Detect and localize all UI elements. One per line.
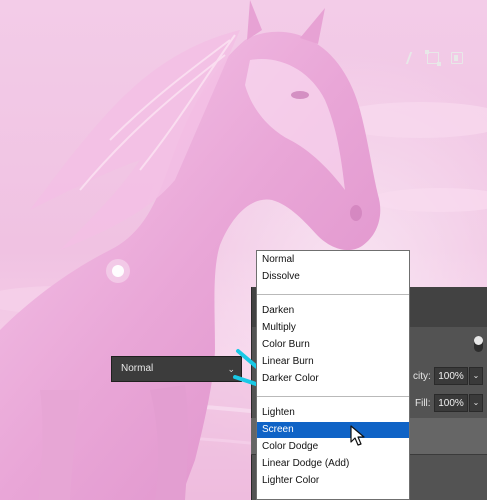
blend-mode-option-lighter-color[interactable]: Lighter Color <box>257 473 409 489</box>
fill-label: Fill: <box>415 398 431 409</box>
opacity-label: city: <box>413 371 431 382</box>
blend-mode-option-darker-color[interactable]: Darker Color <box>257 371 409 387</box>
blend-mode-option-darken[interactable]: Darken <box>257 303 409 319</box>
blend-mode-select[interactable]: Normal ⌄ <box>111 356 242 382</box>
blend-mode-value: Normal <box>121 363 154 374</box>
menu-separator <box>257 294 409 295</box>
opacity-field[interactable]: 100% <box>434 367 468 385</box>
opacity-dropdown-arrow[interactable]: ⌄ <box>469 367 483 385</box>
blend-mode-menu: Normal Dissolve Darken Multiply Color Burn Li… <box>256 250 410 500</box>
menu-separator <box>257 396 409 397</box>
artboard-lock-icon[interactable] <box>451 52 463 64</box>
transform-lock-icon[interactable] <box>425 50 441 66</box>
blend-mode-option-normal[interactable]: Normal <box>257 252 409 268</box>
blend-mode-option-screen[interactable]: Screen <box>257 422 409 438</box>
filter-toggle[interactable] <box>474 336 483 352</box>
chevron-down-icon: ⌄ <box>227 364 235 374</box>
blend-mode-option-linear-dodge-add[interactable]: Linear Dodge (Add) <box>257 456 409 472</box>
fill-field[interactable]: 100% <box>434 394 468 412</box>
blend-mode-option-linear-burn[interactable]: Linear Burn <box>257 354 409 370</box>
blend-mode-option-color-burn[interactable]: Color Burn <box>257 337 409 353</box>
mouse-cursor-icon <box>350 425 365 446</box>
blend-mode-option-multiply[interactable]: Multiply <box>257 320 409 336</box>
blend-mode-option-color-dodge[interactable]: Color Dodge <box>257 439 409 455</box>
fill-dropdown-arrow[interactable]: ⌄ <box>469 394 483 412</box>
blend-mode-option-dissolve[interactable]: Dissolve <box>257 269 409 285</box>
blend-mode-option-lighten[interactable]: Lighten <box>257 405 409 421</box>
